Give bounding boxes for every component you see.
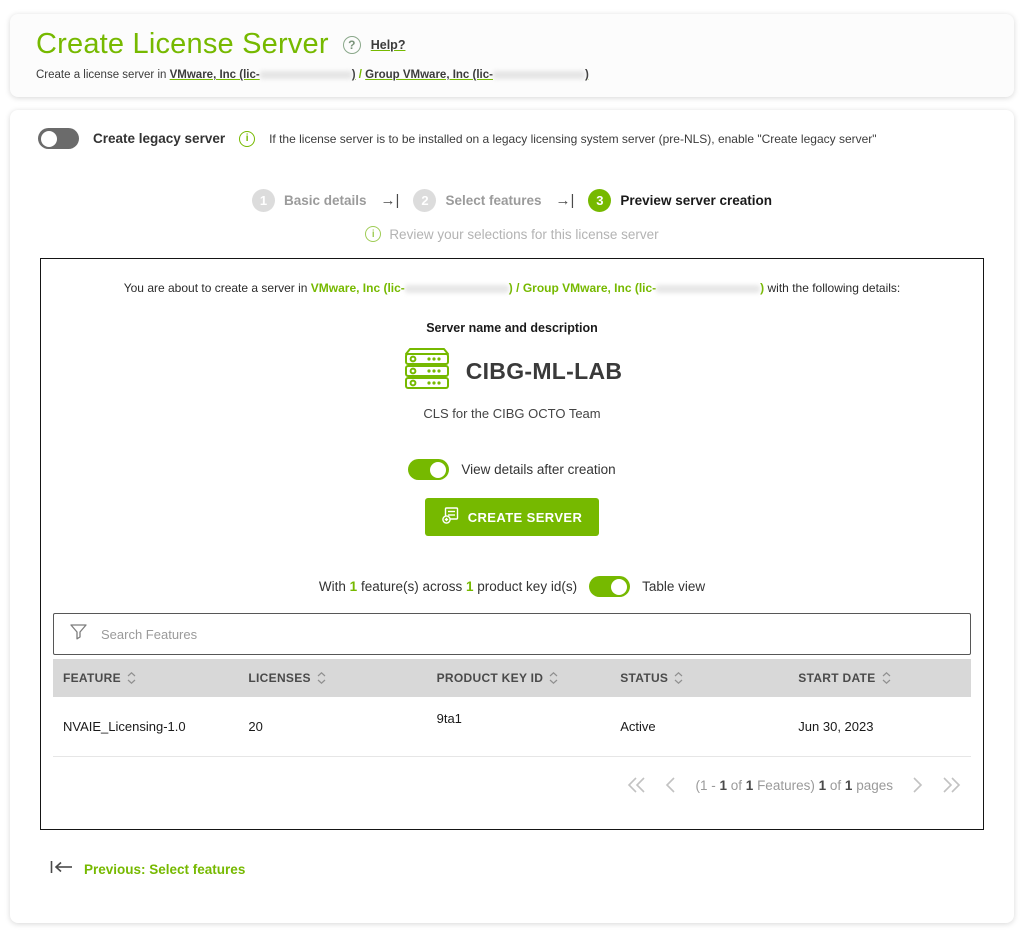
- main-content-card: Create legacy server i If the license se…: [10, 110, 1014, 923]
- org-link[interactable]: VMware, Inc (lic-): [170, 69, 356, 81]
- sort-icon[interactable]: [882, 672, 891, 684]
- stepper-hint: i Review your selections for this licens…: [28, 226, 996, 242]
- back-to-bar-arrow-icon: [50, 860, 74, 879]
- sort-icon[interactable]: [549, 672, 558, 684]
- previous-page-icon[interactable]: [665, 777, 677, 793]
- redacted-group-id: [656, 285, 760, 293]
- intro-suffix: with the following details:: [768, 281, 901, 295]
- view-details-toggle-row: View details after creation: [41, 459, 983, 480]
- toggle-knob: [430, 462, 446, 478]
- sort-icon[interactable]: [317, 672, 326, 684]
- toggle-knob: [41, 131, 57, 147]
- breadcrumb-separator: /: [359, 69, 362, 81]
- view-details-toggle-label: View details after creation: [461, 462, 615, 477]
- previous-step-link[interactable]: Previous: Select features: [50, 860, 996, 879]
- stepper-hint-text: Review your selections for this license …: [389, 227, 658, 242]
- table-view-toggle-label: Table view: [642, 579, 705, 594]
- server-rack-icon: [402, 347, 452, 396]
- pagination: (1 - 1 of 1 Features) 1 of 1 pages: [53, 757, 971, 799]
- feature-summary-text: With 1 feature(s) across 1 product key i…: [319, 579, 577, 594]
- server-description: CLS for the CIBG OCTO Team: [41, 406, 983, 421]
- last-page-icon[interactable]: [941, 777, 961, 793]
- redacted-group-id: [493, 71, 585, 79]
- sort-icon[interactable]: [127, 672, 136, 684]
- server-name: CIBG-ML-LAB: [466, 358, 623, 385]
- features-table: FEATURE LICENSES PRODUCT KEY ID STATUS S…: [53, 613, 971, 799]
- next-page-icon[interactable]: [911, 777, 923, 793]
- step-arrow-icon: →|: [381, 192, 400, 209]
- create-server-button[interactable]: CREATE SERVER: [425, 498, 600, 536]
- info-icon: i: [239, 131, 255, 147]
- product-key-count: 1: [466, 579, 474, 594]
- step-preview-creation[interactable]: 3 Preview server creation: [588, 189, 772, 212]
- step-select-features[interactable]: 2 Select features: [413, 189, 541, 212]
- table-row[interactable]: NVAIE_Licensing-1.0 20 9ta1 Active Jun 3…: [53, 697, 971, 757]
- column-header-status[interactable]: STATUS: [610, 659, 788, 697]
- redacted-org-id: [405, 285, 509, 293]
- step-3-circle: 3: [588, 189, 611, 212]
- preview-panel: You are about to create a server in VMwa…: [40, 258, 984, 830]
- column-header-feature[interactable]: FEATURE: [53, 659, 238, 697]
- feature-count: 1: [350, 579, 358, 594]
- legacy-toggle-row: Create legacy server i If the license se…: [38, 128, 996, 149]
- previous-step-label: Previous: Select features: [84, 862, 245, 877]
- sort-icon[interactable]: [674, 672, 683, 684]
- legacy-toggle-label: Create legacy server: [93, 131, 225, 146]
- feature-summary-row: With 1 feature(s) across 1 product key i…: [41, 576, 983, 597]
- table-header-row: FEATURE LICENSES PRODUCT KEY ID STATUS S…: [53, 659, 971, 697]
- column-header-product-key-id[interactable]: PRODUCT KEY ID: [427, 659, 611, 697]
- server-section-title: Server name and description: [41, 321, 983, 335]
- cell-start-date: Jun 30, 2023: [788, 697, 971, 756]
- column-header-start-date[interactable]: START DATE: [788, 659, 971, 697]
- search-bar: [53, 613, 971, 655]
- intro-org: VMware, Inc (lic-) /: [311, 281, 520, 295]
- page-subtitle: Create a license server in VMware, Inc (…: [36, 69, 988, 81]
- cell-licenses: 20: [238, 697, 426, 756]
- help-question-icon[interactable]: ?: [343, 36, 361, 54]
- step-2-circle: 2: [413, 189, 436, 212]
- help-link[interactable]: Help?: [371, 38, 406, 52]
- group-link[interactable]: Group VMware, Inc (lic-): [365, 69, 589, 81]
- create-server-icon: [442, 507, 459, 527]
- cell-feature: NVAIE_Licensing-1.0: [53, 697, 238, 756]
- intro-group: Group VMware, Inc (lic-): [523, 281, 764, 295]
- intro-prefix: You are about to create a server in: [124, 281, 308, 295]
- table-view-toggle[interactable]: [589, 576, 630, 597]
- subtitle-prefix: Create a license server in: [36, 69, 166, 81]
- search-features-input[interactable]: [101, 627, 954, 642]
- step-1-label: Basic details: [284, 193, 367, 208]
- cell-status: Active: [610, 697, 788, 756]
- cell-product-key-id: 9ta1: [427, 697, 611, 756]
- pagination-text: (1 - 1 of 1 Features) 1 of 1 pages: [695, 778, 893, 793]
- server-section: Server name and description: [41, 321, 983, 421]
- legacy-info-text: If the license server is to be installed…: [269, 132, 876, 146]
- step-basic-details[interactable]: 1 Basic details: [252, 189, 367, 212]
- step-3-label: Preview server creation: [620, 193, 772, 208]
- wizard-stepper: 1 Basic details →| 2 Select features →| …: [28, 189, 996, 212]
- column-header-licenses[interactable]: LICENSES: [238, 659, 426, 697]
- create-server-label: CREATE SERVER: [468, 510, 583, 525]
- page-header-card: Create License Server ? Help? Create a l…: [10, 14, 1014, 97]
- step-1-circle: 1: [252, 189, 275, 212]
- step-arrow-icon: →|: [556, 192, 575, 209]
- step-2-label: Select features: [445, 193, 541, 208]
- page-title: Create License Server: [36, 28, 329, 61]
- toggle-knob: [611, 579, 627, 595]
- filter-funnel-icon: [70, 624, 87, 645]
- info-icon: i: [365, 226, 381, 242]
- preview-intro: You are about to create a server in VMwa…: [41, 281, 983, 295]
- first-page-icon[interactable]: [627, 777, 647, 793]
- view-details-toggle[interactable]: [408, 459, 449, 480]
- create-legacy-server-toggle[interactable]: [38, 128, 79, 149]
- redacted-org-id: [260, 71, 352, 79]
